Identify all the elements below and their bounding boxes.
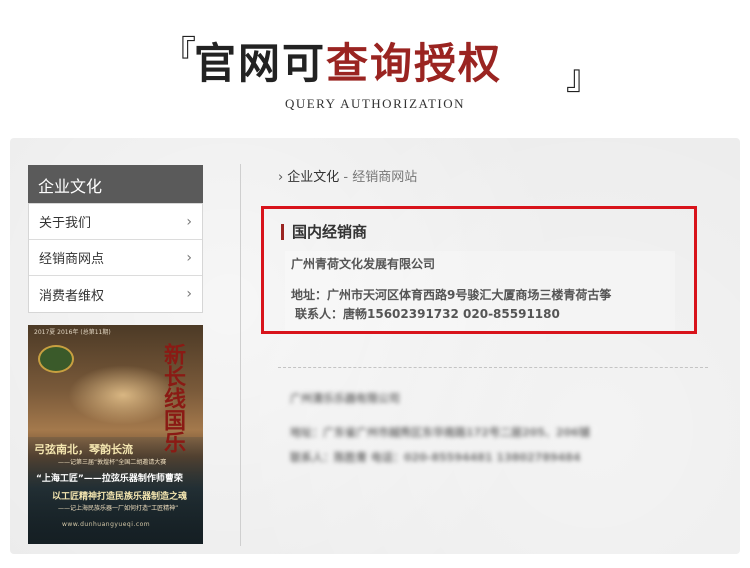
page-subtitle: QUERY AUTHORIZATION [284,96,466,111]
dealer-address: 地址：广州市天河区体育西路9号骏汇大厦商场三楼青荷古筝 [291,288,612,302]
chevron-right-icon: › [186,249,192,266]
page-title: 官网可查询授权 [194,30,502,91]
breadcrumb: › 企业文化 - 经销商网站 [278,166,417,185]
dealer-contact: 联系人：唐畅15602391732 020-85591180 [295,307,560,321]
highlighted-dealer-box: 国内经销商 广州青荷文化发展有限公司 地址：广州市天河区体育西路9号骏汇大厦商场… [261,206,697,334]
column-divider [240,164,241,546]
magazine-emblem-icon [38,345,74,373]
sidebar-item-dealer-outlets[interactable]: 经销商网点 › [29,240,202,276]
dealer-divider [278,367,708,368]
sidebar-item-about-us[interactable]: 关于我们 › [29,204,202,240]
website-screenshot-panel: 企业文化 关于我们 › 经销商网点 › 消费者维权 › 2017夏 2016年 … [10,138,740,554]
blurred-company-name: 广州清乐乐器有限公司 [290,392,400,405]
magazine-cover-image[interactable]: 2017夏 2016年 (总第11期) 新长线国乐 弓弦南北，琴韵长流 ——记第… [28,325,203,544]
magazine-url: www.dunhuangyueqi.com [62,521,151,528]
chevron-right-icon: › [186,213,192,230]
blurred-dealer-card: 广州清乐乐器有限公司 地址：广东省广州市越秀区东华南路172号二层205、206… [290,390,590,474]
magazine-subline-2: ——记上海民族乐器一厂如何打造“工匠精神” [58,505,179,512]
sidebar-item-label: 关于我们 [39,216,92,231]
page-title-red: 查询授权 [326,39,503,88]
sidebar-item-label: 经销商网点 [39,252,105,267]
sidebar-item-consumer-rights[interactable]: 消费者维权 › [29,276,202,312]
title-bracket-left: 『 [162,34,196,74]
magazine-headline-2: “上海工匠”——拉弦乐器制作师曹荣 [36,474,183,484]
chevron-right-icon: › [186,286,192,302]
magazine-issue: 2017夏 2016年 (总第11期) [34,329,111,336]
dealer-card: 广州青荷文化发展有限公司 地址：广州市天河区体育西路9号骏汇大厦商场三楼青荷古筝… [285,251,675,331]
breadcrumb-current: 经销商网站 [352,170,418,185]
magazine-calligraphy-title: 新长线国乐 [160,343,186,453]
page-title-dark: 官网可 [194,39,327,88]
breadcrumb-arrow-icon: › [278,170,284,185]
sidebar-menu: 关于我们 › 经销商网点 › 消费者维权 › [28,203,203,313]
magazine-headline-1: 弓弦南北，琴韵长流 [34,443,133,456]
blurred-contact: 联系人：陈胜青 电话：020-85594481 13802789484 [290,451,581,464]
magazine-headline-3: 以工匠精神打造民族乐器制造之魂 [52,492,188,502]
magazine-subline-1: ——记第三届“敦煌杯”全国二胡邀请大赛 [58,459,167,466]
dealer-company-name: 广州青荷文化发展有限公司 [291,257,436,271]
blurred-address: 地址：广东省广州市越秀区东华南路172号二层205、206铺 [290,426,590,439]
dealer-section-title: 国内经销商 [281,224,367,240]
page-header: 『 官网可查询授权 』 QUERY AUTHORIZATION [0,0,750,128]
title-bracket-right: 』 [566,58,600,98]
sidebar-title: 企业文化 [28,165,203,203]
breadcrumb-separator: - [339,170,353,185]
sidebar-item-label: 消费者维权 [39,288,105,304]
breadcrumb-parent-link[interactable]: 企业文化 [287,170,339,185]
